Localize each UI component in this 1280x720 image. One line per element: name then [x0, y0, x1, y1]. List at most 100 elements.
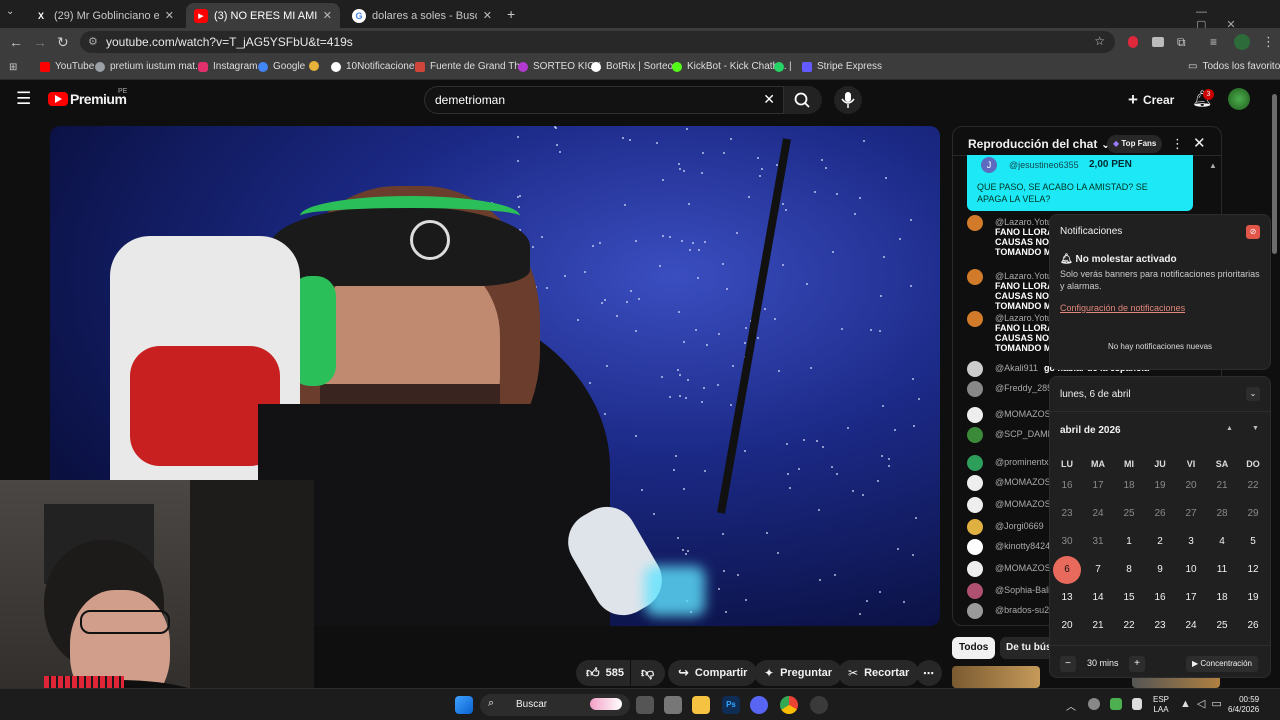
bookmark-gta[interactable]: Fuente de Grand Th...: [415, 61, 528, 72]
calendar-day[interactable]: 4: [1208, 528, 1236, 556]
focus-session-button[interactable]: ▶ Concentración: [1186, 656, 1258, 672]
tray-overflow-icon[interactable]: ︿: [1066, 698, 1076, 713]
calendar-day[interactable]: 23: [1053, 500, 1081, 528]
calendar-day[interactable]: 29: [1239, 500, 1267, 528]
chrome-icon[interactable]: [780, 696, 798, 714]
top-fans-badge[interactable]: ◆ Top Fans: [1107, 135, 1163, 153]
more-actions-button[interactable]: ⋯: [916, 660, 942, 686]
calendar-day[interactable]: 11: [1208, 556, 1236, 584]
collapse-calendar-icon[interactable]: ⌄: [1246, 387, 1260, 401]
clip-button[interactable]: ✂ Recortar: [838, 660, 920, 686]
calendar-day[interactable]: 12: [1239, 556, 1267, 584]
calendar-day[interactable]: 2: [1146, 528, 1174, 556]
apps-grid-icon[interactable]: ⊞: [9, 62, 17, 73]
calendar-day[interactable]: 22: [1239, 472, 1267, 500]
calendar-day[interactable]: 27: [1177, 500, 1205, 528]
calendar-day[interactable]: 7: [1084, 556, 1112, 584]
page-scrollbar[interactable]: [1272, 94, 1277, 254]
scroll-up-icon[interactable]: ▲: [1209, 161, 1217, 170]
close-chat-icon[interactable]: ✕: [1193, 134, 1206, 152]
all-favorites[interactable]: ▭ Todos los favoritos: [1188, 61, 1280, 72]
notification-settings-link[interactable]: Configuración de notificaciones: [1060, 303, 1185, 313]
calendar-day[interactable]: 17: [1084, 472, 1112, 500]
ask-button[interactable]: ✦ Preguntar: [754, 660, 843, 686]
calendar-day[interactable]: 30: [1053, 528, 1081, 556]
bookmark-sorteo-kick[interactable]: SORTEO KICK: [518, 61, 601, 72]
bookmark-botrix[interactable]: BotRix | Sorteos: [591, 61, 678, 72]
calendar-day[interactable]: 16: [1146, 584, 1174, 612]
menu-kebab-icon[interactable]: ⋮: [1262, 34, 1275, 50]
url-field[interactable]: ⚙ youtube.com/watch?v=T_jAG5YSFbU&t=419s…: [80, 31, 1115, 53]
share-button[interactable]: ↪ Compartir: [668, 660, 758, 686]
calendar-day[interactable]: 9: [1146, 556, 1174, 584]
extension-icon[interactable]: [1152, 37, 1164, 47]
calendar-day[interactable]: 23: [1146, 612, 1174, 640]
calendar-day[interactable]: 8: [1115, 556, 1143, 584]
create-button[interactable]: + Crear: [1128, 90, 1174, 110]
close-icon[interactable]: ✕: [477, 9, 492, 22]
browser-tab-2[interactable]: ▶ (3) NO ERES MI AMIGO BASUR ✕: [186, 3, 340, 28]
hamburger-menu-icon[interactable]: ☰: [16, 89, 31, 109]
calendar-day[interactable]: 13: [1053, 584, 1081, 612]
calendar-day[interactable]: 20: [1177, 472, 1205, 500]
decrease-focus-button[interactable]: −: [1060, 656, 1076, 672]
superchat-card[interactable]: J @jesustineo6355 2,00 PEN QUE PASO, SE …: [967, 155, 1193, 211]
browser-tab-3[interactable]: G dolares a soles - Buscar con Go ✕: [344, 3, 500, 28]
calendar-day[interactable]: 5: [1239, 528, 1267, 556]
bookmark-google[interactable]: Google: [258, 61, 305, 72]
task-view-icon[interactable]: [636, 696, 654, 714]
calendar-day[interactable]: 25: [1115, 500, 1143, 528]
tray-icon[interactable]: [1110, 698, 1122, 710]
calendar-day[interactable]: 17: [1177, 584, 1205, 612]
bookmark-10notificaciones[interactable]: 10Notificaciones: [331, 61, 419, 72]
reload-icon[interactable]: ↻: [57, 34, 69, 51]
previous-month-icon[interactable]: ▲: [1226, 425, 1233, 432]
calendar-day[interactable]: 15: [1115, 584, 1143, 612]
tray-icon[interactable]: [1132, 698, 1142, 710]
search-button[interactable]: [784, 86, 822, 114]
calendar-day[interactable]: 25: [1208, 612, 1236, 640]
calendar-day[interactable]: 26: [1146, 500, 1174, 528]
calendar-day[interactable]: 31: [1084, 528, 1112, 556]
bookmark-youtube[interactable]: YouTube: [40, 61, 94, 72]
bookmark-instagram[interactable]: Instagram: [198, 61, 257, 72]
account-avatar[interactable]: [1228, 88, 1250, 110]
recommendation-thumbnail[interactable]: [952, 666, 1040, 688]
forward-icon[interactable]: →: [33, 34, 47, 50]
chat-more-icon[interactable]: ⋮: [1171, 136, 1184, 152]
calendar-day[interactable]: 21: [1084, 612, 1112, 640]
bookmark-unnamed[interactable]: [309, 61, 324, 71]
bookmark-whatsapp[interactable]: |: [774, 61, 792, 72]
calendar-day[interactable]: 14: [1084, 584, 1112, 612]
network-volume-battery-icons[interactable]: ▲◁▭: [1180, 697, 1228, 710]
browser-tab-1[interactable]: X (29) Mr Goblinciano en X: "Vlad ✕: [26, 3, 182, 28]
calendar-day-today[interactable]: 6: [1053, 556, 1081, 584]
filter-chip-all[interactable]: Todos: [952, 637, 996, 659]
clear-search-icon[interactable]: ✕: [763, 91, 775, 108]
discord-icon[interactable]: [750, 696, 768, 714]
calendar-day[interactable]: 10: [1177, 556, 1205, 584]
windows-start-icon[interactable]: [455, 696, 473, 714]
calendar-day[interactable]: 16: [1053, 472, 1081, 500]
search-input[interactable]: demetrioman ✕: [424, 86, 784, 114]
bookmark-pretium[interactable]: pretium iustum mat...: [95, 61, 203, 72]
youtube-logo-icon[interactable]: [48, 92, 68, 106]
calendar-day[interactable]: 22: [1115, 612, 1143, 640]
back-icon[interactable]: ←: [9, 34, 23, 50]
calendar-day[interactable]: 24: [1177, 612, 1205, 640]
extensions-puzzle-icon[interactable]: ⧉: [1177, 35, 1186, 50]
calendar-day[interactable]: 1: [1115, 528, 1143, 556]
new-tab-icon[interactable]: +: [507, 6, 515, 22]
calendar-day[interactable]: 20: [1053, 612, 1081, 640]
bookmark-stripe[interactable]: Stripe Express: [802, 61, 882, 72]
tab-search-icon[interactable]: ⌄: [6, 6, 14, 17]
calendar-day[interactable]: 18: [1115, 472, 1143, 500]
calendar-day[interactable]: 19: [1146, 472, 1174, 500]
calendar-day[interactable]: 18: [1208, 584, 1236, 612]
file-explorer-icon[interactable]: [692, 696, 710, 714]
taskbar-clock[interactable]: 00:59 6/4/2026: [1228, 695, 1259, 715]
like-button[interactable]: 👍︎ 585: [576, 660, 630, 686]
close-icon[interactable]: ✕: [159, 9, 174, 22]
calendar-day[interactable]: 19: [1239, 584, 1267, 612]
app-icon[interactable]: [810, 696, 828, 714]
